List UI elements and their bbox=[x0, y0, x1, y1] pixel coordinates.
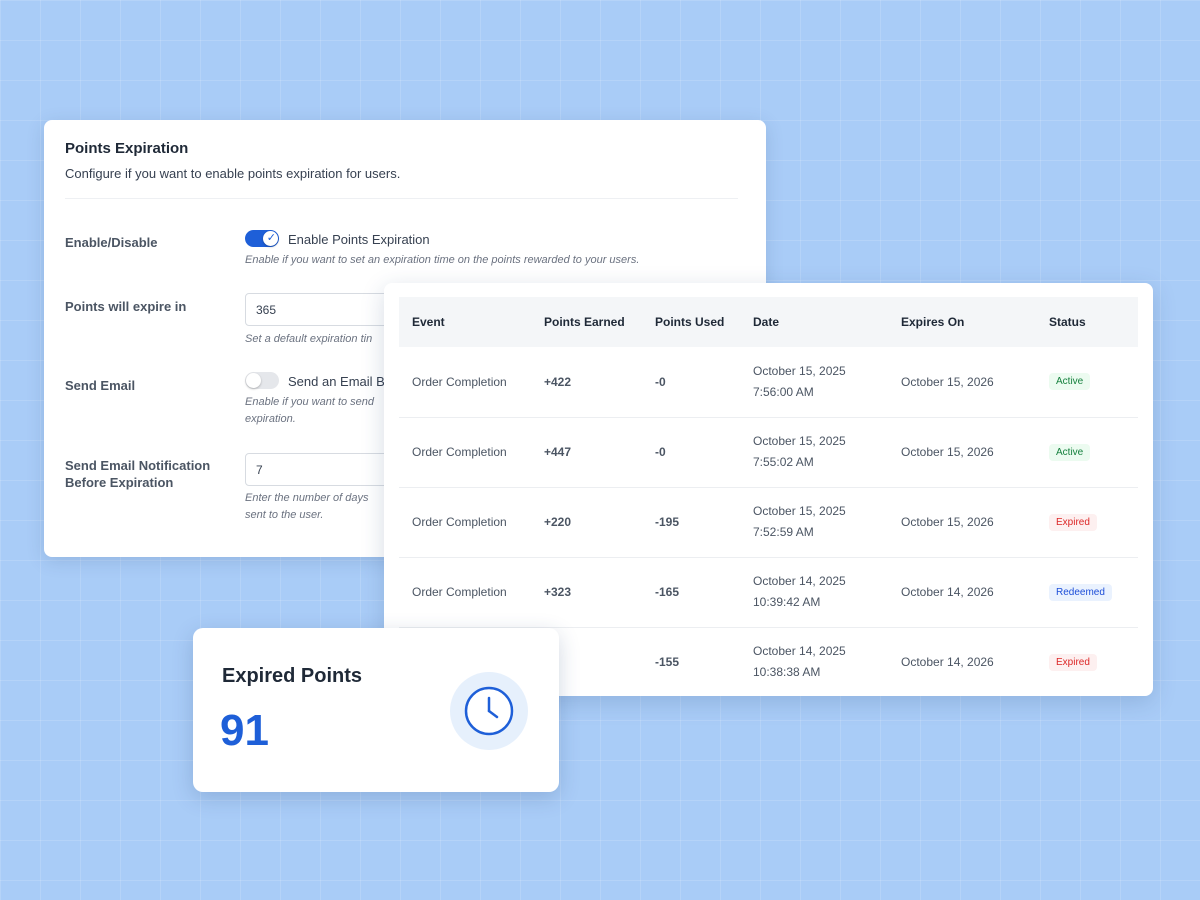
points-used-cell: -0 bbox=[642, 417, 740, 488]
expires-on-cell: October 15, 2026 bbox=[888, 347, 1036, 418]
settings-title: Points Expiration bbox=[65, 140, 189, 157]
settings-divider bbox=[65, 198, 738, 199]
settings-subtitle: Configure if you want to enable points e… bbox=[65, 166, 401, 181]
points-used-cell: -195 bbox=[642, 487, 740, 558]
date-cell: October 15, 2025 7:55:02 AM bbox=[740, 417, 888, 488]
status-cell: Active bbox=[1036, 417, 1138, 488]
notification-days-help-line1: Enter the number of days bbox=[245, 492, 369, 504]
send-email-label: Send Email bbox=[65, 378, 136, 393]
expires-on-cell: October 15, 2026 bbox=[888, 487, 1036, 558]
points-used-cell: -155 bbox=[655, 655, 680, 670]
event-cell: Order Completion bbox=[399, 417, 531, 488]
header-date: Date bbox=[740, 297, 888, 347]
expired-points-title: Expired Points bbox=[222, 665, 363, 687]
header-points-used: Points Used bbox=[642, 297, 740, 347]
header-expires-on: Expires On bbox=[888, 297, 1036, 347]
date-cell: October 15, 2025 7:52:59 AM bbox=[740, 487, 888, 558]
table-row: Order Completion +422 -0 October 15, 202… bbox=[399, 347, 1138, 418]
event-cell: Order Completion bbox=[399, 557, 531, 628]
enable-expiration-help: Enable if you want to set an expiration … bbox=[245, 254, 640, 266]
date-cell: October 15, 2025 7:56:00 AM bbox=[740, 347, 888, 418]
date-text: October 15, 2025 bbox=[753, 363, 846, 378]
expire-in-label: Points will expire in bbox=[65, 299, 187, 314]
points-earned-cell: +323 bbox=[531, 557, 642, 628]
enable-disable-label: Enable/Disable bbox=[65, 235, 158, 250]
table-row: Order Completion +447 -0 October 15, 202… bbox=[399, 417, 1138, 488]
status-badge: Expired bbox=[1049, 653, 1097, 671]
status-cell: Active bbox=[1036, 347, 1138, 418]
send-email-toggle-label[interactable]: Send an Email Be bbox=[288, 374, 392, 389]
status-cell: Expired bbox=[1036, 627, 1138, 697]
check-icon: ✓ bbox=[266, 232, 276, 244]
time-text: 10:39:42 AM bbox=[753, 595, 821, 609]
expires-on-cell: October 14, 2026 bbox=[901, 655, 994, 670]
points-earned-cell: +447 bbox=[531, 417, 642, 488]
points-earned-cell: +220 bbox=[531, 487, 642, 558]
time-text: 7:56:00 AM bbox=[753, 384, 814, 399]
expires-on-cell: October 14, 2026 bbox=[888, 557, 1036, 628]
expired-points-value: 91 bbox=[220, 706, 269, 755]
send-email-toggle[interactable] bbox=[245, 372, 279, 389]
notification-days-help-line2: sent to the user. bbox=[245, 509, 324, 521]
expired-points-card: Expired Points 91 bbox=[193, 628, 559, 792]
expire-in-help: Set a default expiration tin bbox=[245, 333, 373, 345]
enable-expiration-toggle-label[interactable]: Enable Points Expiration bbox=[288, 232, 430, 247]
send-email-help-line2: expiration. bbox=[245, 413, 296, 425]
expire-days-input[interactable] bbox=[245, 293, 405, 326]
header-status: Status bbox=[1036, 297, 1138, 347]
status-cell: Expired bbox=[1036, 487, 1138, 558]
header-points-earned: Points Earned bbox=[531, 297, 642, 347]
date-cell: October 14, 2025 10:38:38 AM bbox=[740, 627, 888, 697]
table-row: Order Completion +323 -165 October 14, 2… bbox=[399, 557, 1138, 628]
status-cell: Redeemed bbox=[1036, 557, 1138, 628]
date-text: October 14, 2025 bbox=[753, 574, 846, 588]
points-earned-cell: +422 bbox=[531, 347, 642, 418]
table-row: Order Completion +220 -195 October 15, 2… bbox=[399, 487, 1138, 558]
status-badge: Active bbox=[1049, 443, 1091, 461]
event-cell: Order Completion bbox=[399, 347, 531, 418]
enable-expiration-toggle[interactable]: ✓ bbox=[245, 230, 279, 247]
event-cell: Order Completion bbox=[399, 487, 531, 558]
clock-icon bbox=[450, 672, 528, 750]
send-email-help-line1: Enable if you want to send bbox=[245, 396, 375, 408]
status-badge: Redeemed bbox=[1049, 583, 1112, 601]
expires-on-cell: October 15, 2026 bbox=[888, 417, 1036, 488]
notification-days-label-line1: Send Email Notification bbox=[65, 458, 211, 473]
notification-days-label-line2: Before Expiration bbox=[65, 475, 174, 490]
header-event: Event bbox=[399, 297, 531, 347]
table-header-row: Event Points Earned Points Used Date Exp… bbox=[399, 297, 1138, 347]
points-used-cell: -165 bbox=[642, 557, 740, 628]
notification-days-input[interactable] bbox=[245, 453, 405, 486]
status-badge: Active bbox=[1049, 373, 1091, 391]
date-cell: October 14, 2025 10:39:42 AM bbox=[740, 557, 888, 628]
date-text: October 14, 2025 bbox=[753, 644, 846, 659]
date-text: October 15, 2025 bbox=[753, 504, 846, 518]
toggle-knob bbox=[246, 373, 261, 388]
status-badge: Expired bbox=[1049, 513, 1097, 531]
points-used-cell: -0 bbox=[642, 347, 740, 418]
time-text: 10:38:38 AM bbox=[753, 665, 821, 680]
time-text: 7:52:59 AM bbox=[753, 525, 814, 539]
date-text: October 15, 2025 bbox=[753, 434, 846, 448]
time-text: 7:55:02 AM bbox=[753, 455, 814, 469]
